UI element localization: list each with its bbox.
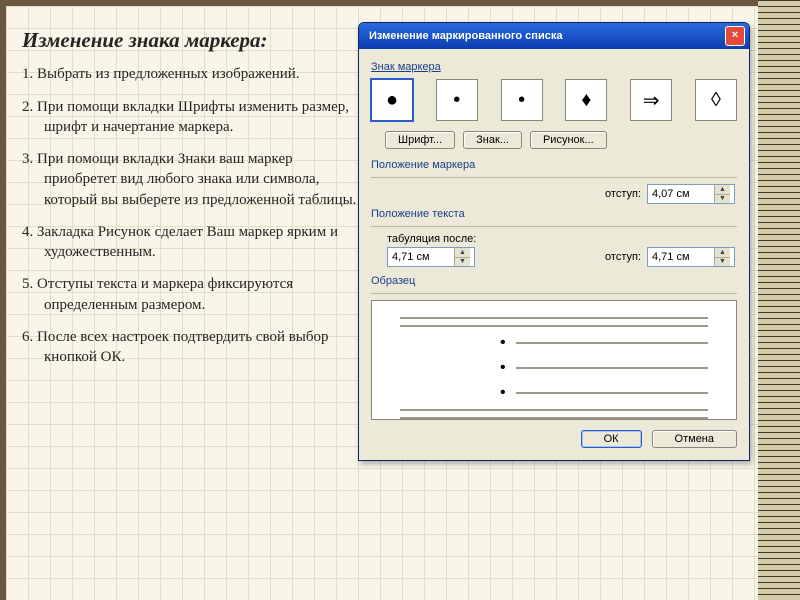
spin-down-icon[interactable]: ▼	[454, 257, 470, 267]
tab-after-input[interactable]	[388, 248, 454, 266]
ok-button[interactable]: ОК	[581, 430, 642, 448]
spin-up-icon[interactable]: ▲	[454, 248, 470, 257]
spin-up-icon[interactable]: ▲	[714, 185, 730, 194]
list-item: 4. Закладка Рисунок сделает Ваш маркер я…	[22, 222, 362, 263]
ruler-decoration	[758, 0, 800, 600]
font-button[interactable]: Шрифт...	[385, 131, 455, 149]
text-indent-spinner[interactable]: ▲▼	[647, 247, 735, 267]
bullet-options: ● • • ♦ ⇒ ◊	[371, 79, 737, 121]
list-item: 3. При помощи вкладки Знаки ваш маркер п…	[22, 149, 362, 210]
list-item: 5. Отступы текста и маркера фиксируются …	[22, 274, 362, 315]
bullet-option-4[interactable]: ♦	[565, 79, 607, 121]
bullet-option-1[interactable]: ●	[371, 79, 413, 121]
divider	[371, 293, 737, 294]
bulleted-list-dialog: Изменение маркированного списка × Знак м…	[358, 22, 750, 461]
dialog-title: Изменение маркированного списка	[369, 30, 562, 42]
group-marker-char: Знак маркера	[371, 61, 737, 73]
preview-box	[371, 300, 737, 420]
bullet-option-6[interactable]: ◊	[695, 79, 737, 121]
tab-after-label: табуляция после:	[371, 233, 737, 245]
group-preview: Образец	[371, 275, 737, 287]
text-indent-input[interactable]	[648, 248, 714, 266]
divider	[371, 226, 737, 227]
bullet-option-2[interactable]: •	[436, 79, 478, 121]
spin-down-icon[interactable]: ▼	[714, 194, 730, 204]
bullet-option-3[interactable]: •	[501, 79, 543, 121]
dialog-titlebar[interactable]: Изменение маркированного списка ×	[359, 23, 749, 49]
tab-after-spinner[interactable]: ▲▼	[387, 247, 475, 267]
instructions-list: 1. Выбрать из предложенных изображений. …	[22, 64, 362, 367]
group-marker-position: Положение маркера	[371, 159, 737, 171]
spin-down-icon[interactable]: ▼	[714, 257, 730, 267]
bullet-option-5[interactable]: ⇒	[630, 79, 672, 121]
marker-indent-label: отступ:	[581, 188, 641, 200]
cancel-button[interactable]: Отмена	[652, 430, 737, 448]
spin-up-icon[interactable]: ▲	[714, 248, 730, 257]
char-button[interactable]: Знак...	[463, 131, 522, 149]
list-item: 6. После всех настроек подтвердить свой …	[22, 327, 362, 368]
marker-indent-input[interactable]	[648, 185, 714, 203]
list-item: 1. Выбрать из предложенных изображений.	[22, 64, 362, 84]
page-title: Изменение знака маркера:	[22, 26, 362, 54]
text-indent-label: отступ:	[605, 251, 641, 263]
divider	[371, 177, 737, 178]
picture-button[interactable]: Рисунок...	[530, 131, 607, 149]
marker-indent-spinner[interactable]: ▲▼	[647, 184, 735, 204]
group-text-position: Положение текста	[371, 208, 737, 220]
list-item: 2. При помощи вкладки Шрифты изменить ра…	[22, 97, 362, 138]
close-button[interactable]: ×	[725, 26, 745, 46]
